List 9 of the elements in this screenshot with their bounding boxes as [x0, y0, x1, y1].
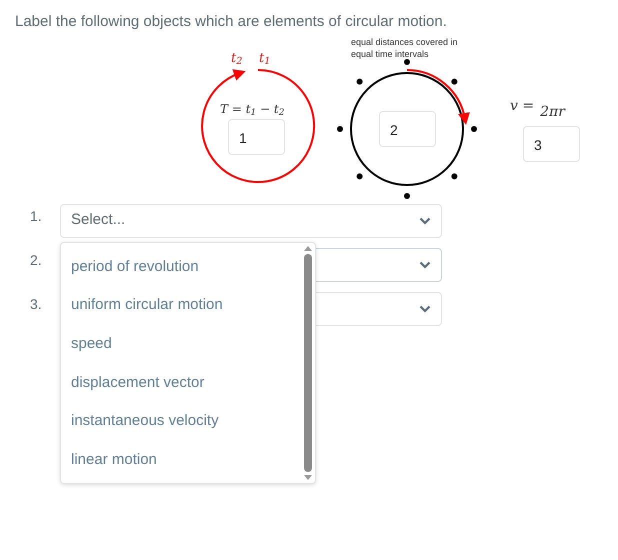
time-label: t$_{1}$: [259, 50, 270, 68]
caption: equal distances covered in equal time intervals: [351, 36, 459, 60]
time-label: t$_{2}$: [231, 50, 242, 68]
instruction-text: Label the following objects which are elements of circular motion.: [14, 12, 448, 32]
period-formula: T = t$_{1}$ − t$_{2}$: [220, 100, 284, 118]
question-number: 2.: [30, 250, 43, 270]
question-number: 1.: [30, 206, 43, 226]
formula-text: v =: [510, 96, 534, 116]
question-number: 3.: [30, 294, 43, 314]
